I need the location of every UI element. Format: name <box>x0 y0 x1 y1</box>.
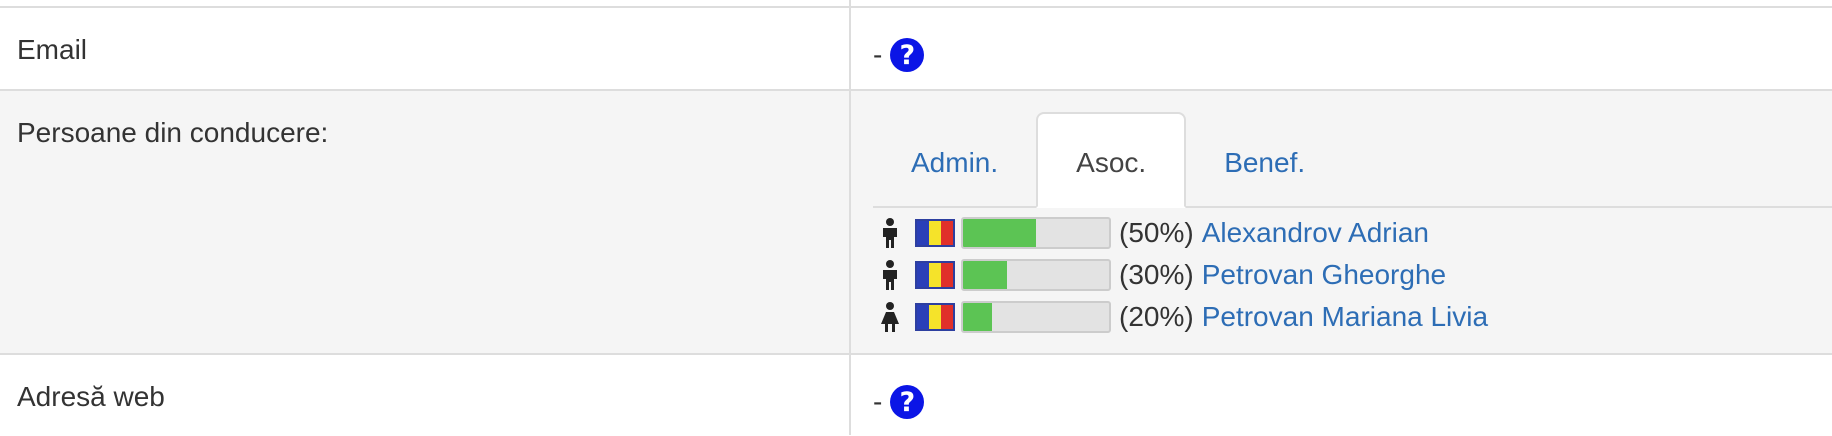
romania-flag-icon <box>915 261 955 289</box>
tab-admin[interactable]: Admin. <box>873 112 1036 206</box>
label-cell: Adresă web <box>0 353 851 435</box>
value-cell: - ? <box>850 353 1832 435</box>
person-name-link[interactable]: Alexandrov Adrian <box>1202 217 1429 249</box>
table-row <box>0 0 1832 7</box>
share-bar <box>961 259 1111 291</box>
email-value: - <box>873 39 883 70</box>
romania-flag-icon <box>915 303 955 331</box>
value-cell: - ? <box>850 6 1832 90</box>
tab-benef[interactable]: Benef. <box>1186 112 1343 206</box>
tab-asoc[interactable]: Asoc. <box>1036 112 1187 208</box>
associates-list: (50%) Alexandrov Adrian (30%) Petrovan G… <box>873 208 1832 338</box>
web-value: - <box>873 386 883 417</box>
share-percent: (30%) <box>1119 259 1194 290</box>
label-cell <box>0 0 851 7</box>
question-circle-icon[interactable]: ? <box>890 38 925 72</box>
list-item: (20%) Petrovan Mariana Livia <box>873 296 1832 338</box>
share-percent: (50%) <box>1119 217 1194 248</box>
person-name-link[interactable]: Petrovan Gheorghe <box>1202 259 1446 291</box>
share-bar <box>961 301 1111 333</box>
leaders-tabs: Admin. Asoc. Benef. <box>873 112 1832 208</box>
label-cell: Email <box>0 6 851 90</box>
web-row: Adresă web - ? <box>0 353 1832 435</box>
label-cell: Persoane din conducere: <box>0 89 851 354</box>
list-item: (30%) Petrovan Gheorghe <box>873 254 1832 296</box>
male-person-icon <box>873 258 907 292</box>
value-cell <box>850 0 1832 7</box>
web-label: Adresă web <box>17 381 165 412</box>
share-bar <box>961 217 1111 249</box>
share-percent: (20%) <box>1119 301 1194 332</box>
email-row: Email - ? <box>0 6 1832 90</box>
person-name-link[interactable]: Petrovan Mariana Livia <box>1202 301 1488 333</box>
email-label: Email <box>17 34 88 65</box>
company-info-table: Email - ? Persoane din conducere: Admin.… <box>0 0 1832 435</box>
female-person-icon <box>873 300 907 334</box>
leaders-row: Persoane din conducere: Admin. Asoc. Ben… <box>0 89 1832 354</box>
list-item: (50%) Alexandrov Adrian <box>873 212 1832 254</box>
leaders-label: Persoane din conducere: <box>17 117 329 148</box>
male-person-icon <box>873 216 907 250</box>
romania-flag-icon <box>915 219 955 247</box>
value-cell: Admin. Asoc. Benef. (50%) Alexandrov Adr… <box>850 89 1832 354</box>
question-circle-icon[interactable]: ? <box>890 385 925 419</box>
